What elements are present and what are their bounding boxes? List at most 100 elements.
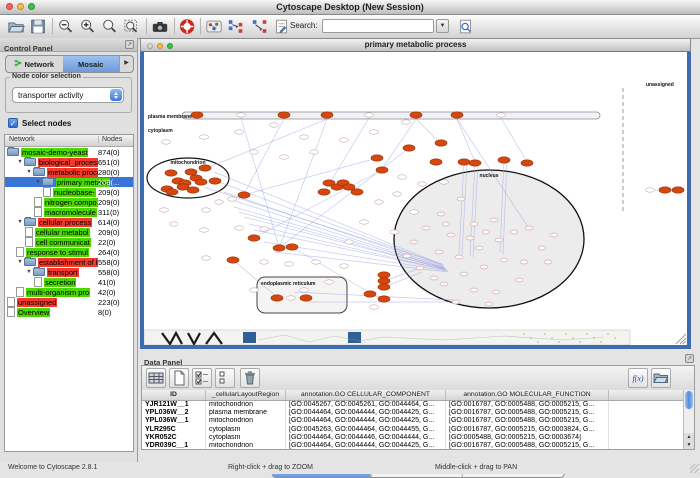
gene-node[interactable] [410, 210, 419, 214]
gene-node[interactable] [285, 262, 294, 266]
cell-filler[interactable] [609, 417, 694, 425]
gene-node[interactable] [435, 250, 443, 254]
column-header-function[interactable]: annotation.GO MOLECULAR_FUNCTION [446, 390, 609, 400]
gene-node[interactable] [410, 240, 418, 244]
vizmapper-button[interactable] [204, 17, 224, 36]
gene-node[interactable] [287, 296, 296, 300]
resize-grip[interactable] [690, 464, 699, 473]
selected-gene-node[interactable] [166, 189, 178, 195]
cell-filler[interactable] [609, 442, 694, 449]
advanced-search-button[interactable] [456, 17, 476, 36]
cell-id[interactable]: YLR295C [142, 426, 206, 434]
tree-row[interactable]: nitrogen compo209(0) [5, 197, 133, 207]
gene-node[interactable] [340, 138, 349, 142]
tree-row-label[interactable]: cellular metabol [35, 228, 90, 237]
cell-filler[interactable] [609, 434, 694, 442]
cell-region[interactable]: plasma membrane [206, 409, 286, 417]
gene-node[interactable] [250, 150, 259, 154]
gene-node[interactable] [300, 135, 309, 139]
selected-gene-node[interactable] [410, 112, 422, 118]
zoom-window-icon[interactable] [28, 3, 35, 10]
table-row[interactable]: YLR295Ccytoplasm[GO:0045263, GO:0044464,… [142, 426, 694, 434]
disclosure-triangle-icon[interactable]: ▼ [16, 159, 24, 165]
zoom-out-button[interactable] [56, 17, 76, 36]
tree-row-label[interactable]: nitrogen compo [44, 198, 98, 207]
gene-node[interactable] [260, 260, 269, 264]
tree-row-label[interactable]: Overview [17, 308, 50, 317]
selected-gene-node[interactable] [376, 167, 388, 173]
column-header-id[interactable]: ID [142, 390, 206, 400]
gene-node[interactable] [260, 227, 269, 231]
formula-builder-button[interactable]: f(x) [628, 368, 648, 388]
layout-button-1[interactable] [226, 17, 246, 36]
gene-node[interactable] [544, 260, 552, 264]
gene-node[interactable] [360, 220, 369, 224]
gene-node[interactable] [515, 278, 523, 282]
tree-row[interactable]: ▼biological_process651(0) [5, 157, 133, 167]
gene-node[interactable] [160, 208, 169, 212]
selected-gene-node[interactable] [498, 157, 510, 163]
gene-node[interactable] [460, 272, 468, 276]
cell-function[interactable]: [GO:0016787, GO:0005488, GO:0005215, G..… [446, 417, 609, 425]
tree-row-label[interactable]: response to stimul [26, 248, 89, 257]
tree-row-label[interactable]: transport [47, 268, 79, 277]
selected-gene-node[interactable] [227, 257, 239, 263]
gene-node[interactable] [300, 288, 309, 292]
tree-row-label[interactable]: cell communicat [35, 238, 91, 247]
tree-row[interactable]: unassigned223(0) [5, 297, 133, 307]
scroll-up-icon[interactable]: ▲ [684, 433, 694, 441]
selected-gene-node[interactable] [273, 245, 285, 251]
tree-row-label[interactable]: macromolecule [44, 208, 97, 217]
gene-node[interactable] [447, 233, 455, 237]
tab-mosaic[interactable]: Mosaic [63, 56, 120, 72]
minimize-icon[interactable] [157, 43, 163, 49]
selected-gene-node[interactable] [403, 145, 415, 151]
selected-gene-node[interactable] [278, 112, 290, 118]
selected-gene-node[interactable] [469, 160, 481, 166]
tree-row-label[interactable]: unassigned [17, 298, 57, 307]
gene-node[interactable] [345, 240, 354, 244]
gene-node[interactable] [370, 130, 379, 134]
cell-filler[interactable] [609, 409, 694, 417]
gene-node[interactable] [550, 233, 558, 237]
tree-row[interactable]: cell communicat22(0) [5, 237, 133, 247]
tree-row[interactable]: ▼metabolic process280(0) [5, 167, 133, 177]
selected-gene-node[interactable] [187, 187, 199, 193]
disclosure-triangle-icon[interactable]: ▼ [25, 169, 33, 175]
close-icon[interactable] [147, 43, 153, 49]
tree-row[interactable]: multi-organism pro42(0) [5, 287, 133, 297]
gene-node[interactable] [525, 226, 533, 230]
attribute-table-header[interactable]: ID _cellularLayoutRegion annotation.GO C… [142, 390, 694, 401]
gene-node[interactable] [646, 188, 655, 192]
snapshot-button[interactable] [150, 17, 170, 36]
column-header-region[interactable]: _cellularLayoutRegion [206, 390, 286, 400]
tree-row[interactable]: response to stimul264(0) [5, 247, 133, 257]
tabs-overflow-button[interactable]: ▶ [119, 56, 133, 72]
table-row[interactable]: YPL036W__2plasma membrane[GO:0044464, GO… [142, 409, 694, 417]
cell-function[interactable]: [GO:0005488, GO:0005215, GO:0003674] [446, 434, 609, 442]
gene-node[interactable] [497, 113, 506, 117]
gene-node[interactable] [170, 222, 179, 226]
gene-node[interactable] [475, 246, 483, 250]
cell-component[interactable]: [GO:0044464, GO:0044444, GO:0044425, G..… [286, 442, 446, 449]
selected-gene-node[interactable] [191, 112, 203, 118]
selected-gene-node[interactable] [318, 189, 330, 195]
cell-id[interactable]: YJR121W__1 [142, 401, 206, 409]
gene-node[interactable] [492, 290, 500, 294]
table-row[interactable]: YPL036W__1mitochondrion[GO:0044464, GO:0… [142, 417, 694, 425]
tree-row[interactable]: secretion41(0) [5, 277, 133, 287]
selected-gene-node[interactable] [521, 160, 533, 166]
gene-node[interactable] [538, 246, 546, 250]
tree-row[interactable]: nucleobase-209(0) [5, 187, 133, 197]
window-controls[interactable] [6, 3, 35, 10]
cell-region[interactable]: mitochondrion [206, 401, 286, 409]
gene-node[interactable] [440, 282, 448, 286]
gene-node[interactable] [393, 192, 402, 196]
layout-button-2[interactable] [250, 17, 270, 36]
gene-node[interactable] [250, 288, 259, 292]
gene-node[interactable] [495, 238, 503, 242]
selected-gene-node[interactable] [321, 112, 333, 118]
zoom-in-button[interactable] [78, 17, 98, 36]
cell-filler[interactable] [609, 426, 694, 434]
gene-node[interactable] [235, 226, 244, 230]
